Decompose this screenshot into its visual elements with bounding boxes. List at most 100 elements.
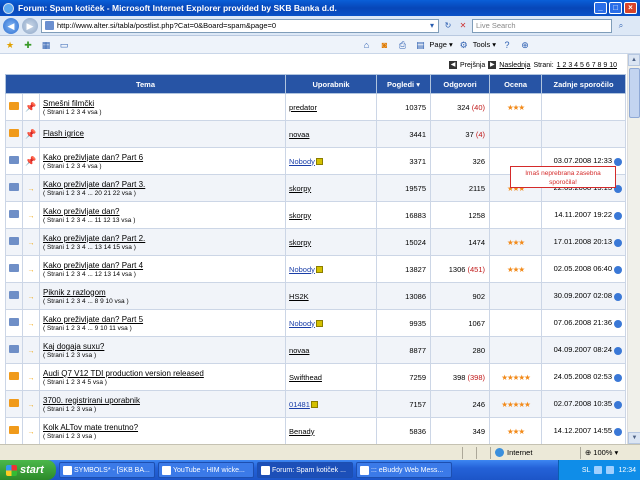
scroll-thumb[interactable] (629, 68, 640, 118)
next-page-icon[interactable]: ▶ (488, 61, 497, 69)
user-link[interactable]: skorpy (289, 211, 311, 220)
tray-icon[interactable] (594, 466, 603, 474)
go-to-post-icon[interactable] (614, 157, 623, 166)
page-numbers[interactable]: 1 2 3 4 5 6 7 8 9 10 (557, 62, 617, 69)
user-link[interactable]: predator (289, 103, 317, 112)
go-to-post-icon[interactable] (614, 319, 623, 328)
maximize-button[interactable]: □ (609, 2, 622, 14)
help-icon[interactable]: ? (500, 39, 514, 51)
header-topic[interactable]: Tema (4, 74, 287, 94)
back-button[interactable]: ◀ (3, 17, 19, 34)
topic-pages[interactable]: ( Strani 1 2 3 4 ... 13 14 15 vsa ) (43, 244, 285, 251)
dropdown-arrow-icon[interactable]: ▾ (426, 20, 438, 32)
go-to-post-icon[interactable] (614, 292, 623, 301)
new-tab-icon[interactable]: ▭ (57, 39, 71, 51)
feeds-icon[interactable]: ◙ (377, 39, 391, 51)
topic-pages[interactable]: ( Strani 1 2 3 4 ... 20 21 22 vsa ) (43, 190, 285, 197)
topic-pages[interactable]: ( Strani 1 2 3 4 ... 9 10 11 vsa ) (43, 325, 285, 332)
favorites-star-icon[interactable]: ★ (3, 39, 17, 51)
header-rating[interactable]: Ocena (489, 74, 543, 94)
language-indicator[interactable]: SL (582, 467, 591, 474)
taskbar-item[interactable]: Forum: Spam kotiček ... (257, 462, 353, 478)
topic-pages[interactable]: ( Strani 1 2 3 4 ... 8 9 10 vsa ) (43, 298, 285, 305)
scroll-down-icon[interactable]: ▼ (628, 432, 640, 444)
forward-button[interactable]: ▶ (22, 17, 38, 34)
address-input[interactable]: http://www.alter.si/tabla/postlist.php?C… (41, 18, 439, 33)
user-link[interactable]: skorpy (289, 184, 311, 193)
pin-icon: 📌 (25, 155, 37, 166)
header-user[interactable]: Uporabnik (285, 74, 378, 94)
topic-link[interactable]: 3700. registrirani uporabnik (43, 396, 285, 405)
tools-menu[interactable]: ⚙ Tools ▾ (457, 39, 496, 51)
user-link[interactable]: Nobody (289, 319, 315, 328)
tray-icon[interactable] (606, 466, 615, 474)
topic-link[interactable]: Kako preživljate dan? (43, 207, 285, 216)
scroll-up-icon[interactable]: ▲ (628, 54, 640, 66)
user-link[interactable]: 01481 (289, 400, 310, 409)
topic-link[interactable]: Kako preživljate dan? Part 6 (43, 153, 285, 162)
topic-link[interactable]: Kako preživljate dan? Part 5 (43, 315, 285, 324)
user-link[interactable]: Nobody (289, 157, 315, 166)
user-link[interactable]: skorpy (289, 238, 311, 247)
go-to-post-icon[interactable] (614, 373, 623, 382)
topic-link[interactable]: Kolk ALTov mate trenutno? (43, 423, 285, 432)
topic-link[interactable]: Kako preživljate dan? Part 2. (43, 234, 285, 243)
minimize-button[interactable]: _ (594, 2, 607, 14)
topic-type-cell: 📌 (22, 147, 40, 175)
topic-link[interactable]: Kaj dogaja suxu? (43, 342, 285, 351)
topic-pages[interactable]: ( Strani 1 2 3 4 vsa ) (43, 109, 285, 116)
topic-pages[interactable]: ( Strani 1 2 3 4 ... 12 13 14 vsa ) (43, 271, 285, 278)
prev-page-link[interactable]: Prejšnja (460, 62, 485, 69)
topic-pages[interactable]: ( Strani 1 2 3 vsa ) (43, 352, 285, 359)
header-views-label: Pogledi (387, 79, 415, 89)
search-input[interactable]: Live Search (472, 18, 612, 33)
topic-link[interactable]: Piknik z razlogom (43, 288, 285, 297)
go-to-post-icon[interactable] (614, 346, 623, 355)
unread-messages-notice[interactable]: Imaš neprebrana zasebna sporočila! (510, 166, 616, 188)
taskbar-item[interactable]: SYMBOLS* - [SKB BA... (59, 462, 155, 478)
topic-link[interactable]: Audi Q7 V12 TDI production version relea… (43, 369, 285, 378)
zoom-control[interactable]: ⊕ 100% ▾ (580, 446, 640, 459)
user-link[interactable]: Swifthead (289, 373, 322, 382)
taskbar-item[interactable]: ::: eBuddy Web Mess... (356, 462, 452, 478)
user-link[interactable]: novaa (289, 346, 309, 355)
prev-page-icon[interactable]: ◀ (449, 61, 457, 69)
research-icon[interactable]: ⊕ (518, 39, 532, 51)
go-to-post-icon[interactable] (614, 211, 623, 220)
topic-pages[interactable]: ( Strani 1 2 3 4 vsa ) (43, 163, 285, 170)
page-menu[interactable]: ▤ Page ▾ (413, 39, 453, 51)
topic-pages[interactable]: ( Strani 1 2 3 4 5 vsa ) (43, 379, 285, 386)
close-button[interactable]: × (624, 2, 637, 14)
next-page-link[interactable]: Naslednja (499, 62, 530, 69)
folder-icon (9, 183, 19, 191)
header-last[interactable]: Zadnje sporočilo (541, 74, 627, 94)
go-to-post-icon[interactable] (614, 400, 623, 409)
topic-link[interactable]: Kako preživljate dan? Part 3. (43, 180, 285, 189)
header-views[interactable]: Pogledi ▾ (376, 74, 432, 94)
header-replies[interactable]: Odgovori (430, 74, 491, 94)
start-button[interactable]: start (0, 460, 56, 480)
print-icon[interactable]: ⎙ (395, 39, 409, 51)
go-to-post-icon[interactable] (614, 427, 623, 436)
user-link[interactable]: Nobody (289, 265, 315, 274)
add-favorites-icon[interactable]: ✚ (21, 39, 35, 51)
taskbar-item[interactable]: YouTube - HIM wicke... (158, 462, 254, 478)
topic-pages[interactable]: ( Strani 1 2 3 4 ... 11 12 13 vsa ) (43, 217, 285, 224)
user-link[interactable]: Benady (289, 427, 314, 436)
topic-pages[interactable]: ( Strani 1 2 3 vsa ) (43, 406, 285, 413)
user-link[interactable]: HS2K (289, 292, 309, 301)
home-icon[interactable]: ⌂ (359, 39, 373, 51)
topic-link[interactable]: Kako preživljate dan? Part 4 (43, 261, 285, 270)
stop-icon[interactable]: ✕ (457, 20, 469, 32)
tab-grid-icon[interactable]: ▦ (39, 39, 53, 51)
refresh-icon[interactable]: ↻ (442, 20, 454, 32)
search-icon[interactable]: ⌕ (615, 20, 627, 32)
go-to-post-icon[interactable] (614, 238, 623, 247)
go-to-post-icon[interactable] (614, 265, 623, 274)
vertical-scrollbar[interactable]: ▲ ▼ (627, 54, 640, 444)
topic-cell: Audi Q7 V12 TDI production version relea… (38, 363, 287, 391)
topic-link[interactable]: Flash igrice (43, 129, 285, 138)
topic-link[interactable]: Smešni filmčki (43, 99, 285, 108)
topic-pages[interactable]: ( Strani 1 2 3 vsa ) (43, 433, 285, 440)
user-link[interactable]: novaa (289, 130, 309, 139)
